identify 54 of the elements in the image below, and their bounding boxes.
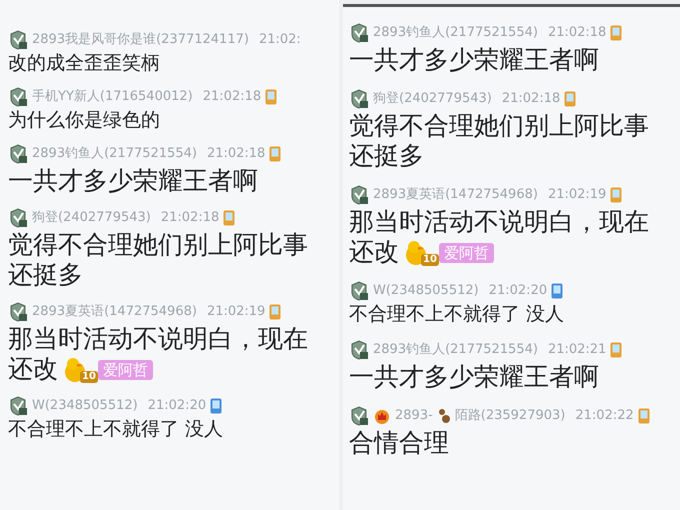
sender-name: 2893我是风哥你是谁(2377124117): [32, 31, 249, 50]
message-text: 一共才多少荣耀王者啊: [349, 45, 599, 74]
message-text: 为什么你是绿色的: [8, 108, 160, 131]
message-time: 21:02:18: [160, 208, 220, 227]
message-text: 合情合理: [349, 428, 449, 457]
message-text: 不合理不上不就得了 没人: [349, 303, 564, 325]
paw-icon: [436, 408, 451, 424]
message-time: 21:02:18: [548, 24, 606, 42]
message-time: 21:02:20: [148, 396, 206, 415]
sender-name: 陌路(235927903): [454, 407, 566, 426]
sender-name: 2893夏英语(1472754968): [373, 186, 538, 204]
level-badge-icon: [349, 340, 369, 360]
sender-name: W(2348505512): [373, 282, 479, 300]
message-time: 21:02:19: [548, 186, 606, 204]
message-time: 21:02:: [258, 31, 301, 50]
level-badge-icon: [349, 89, 369, 109]
fan-badge: 爱阿哲: [438, 243, 494, 264]
message-text: 一共才多少荣耀王者啊: [8, 166, 258, 195]
message-time: 21:02:19: [206, 302, 266, 321]
sender-name: 2893-: [395, 407, 433, 426]
fan-badge: 爱阿哲: [98, 360, 153, 380]
sender-name: 2893夏英语(1472754968): [32, 302, 197, 321]
level-badge-icon: [349, 281, 369, 301]
message-text: 觉得不合理她们别上阿比事还挺多: [349, 111, 649, 170]
message-time: 21:02:22: [575, 407, 634, 426]
message-text: 一共才多少荣耀王者啊: [349, 362, 599, 391]
sender-name: 狗登(2402779543): [32, 208, 151, 227]
sender-name: 手机YY新人(1716540012): [32, 88, 193, 106]
message-text: 觉得不合理她们别上阿比事还挺多: [8, 230, 308, 289]
message-time: 21:02:18: [206, 144, 266, 163]
level-badge-icon: [8, 208, 28, 228]
level-badge-icon: [8, 144, 28, 164]
message-text: 改的成全歪歪笑柄: [8, 52, 160, 74]
sender-name: W(2348505512): [32, 396, 138, 415]
message-text: 不合理不上不就得了 没人: [8, 418, 224, 440]
sender-name: 2893钓鱼人(2177521554): [373, 341, 538, 360]
message-text: 那当时活动不说明白，现在还改 10 爱阿哲: [8, 324, 309, 384]
rank-number: 10: [421, 254, 439, 266]
level-badge-icon: [8, 396, 28, 416]
message-text: 那当时活动不说明白，现在还改 10 爱阿哲: [349, 207, 650, 267]
message-time: 21:02:18: [202, 88, 262, 106]
level-badge-icon: [8, 86, 28, 107]
level-badge-icon: [8, 30, 28, 50]
message-time: 21:02:18: [502, 90, 560, 108]
sender-name: 狗登(2402779543): [373, 90, 492, 108]
level-badge-icon: [349, 23, 369, 43]
level-badge-icon: [349, 185, 369, 205]
rank-number: 10: [80, 370, 98, 383]
level-badge-icon: [349, 406, 369, 426]
message-time: 21:02:21: [548, 341, 606, 360]
level-badge-icon: [8, 302, 28, 322]
message-time: 21:02:20: [488, 282, 548, 300]
sender-name: 2893钓鱼人(2177521554): [373, 24, 538, 42]
sender-name: 2893钓鱼人(2177521554): [32, 144, 197, 163]
